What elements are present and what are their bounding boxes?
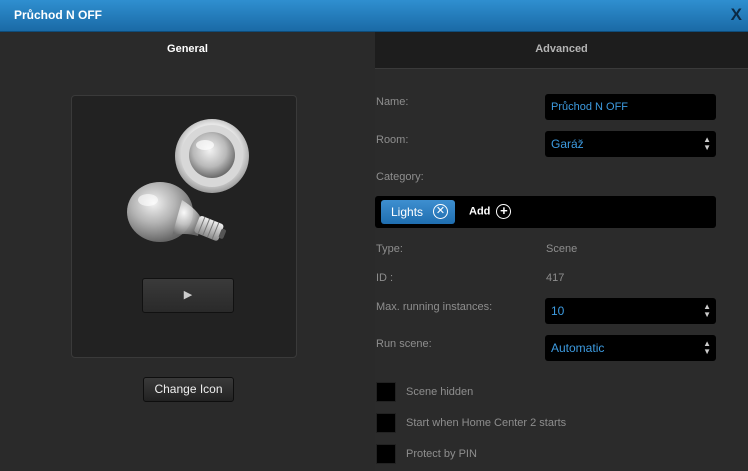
- room-value: Garáž: [551, 137, 584, 151]
- category-box: Lights ✕ Add +: [375, 196, 716, 228]
- change-icon-button[interactable]: Change Icon: [143, 377, 234, 402]
- type-value: Scene: [546, 243, 578, 255]
- window-title: Průchod N OFF: [14, 8, 102, 22]
- name-field[interactable]: Průchod N OFF: [545, 94, 716, 120]
- room-label: Room:: [376, 134, 409, 146]
- updown-arrow-icon: ▲ ▼: [703, 135, 711, 152]
- scene-icon-preview: ▶: [71, 95, 297, 358]
- id-label: ID :: [376, 272, 394, 284]
- max-instances-select[interactable]: 10 ▲ ▼: [545, 298, 716, 324]
- close-icon[interactable]: X: [731, 5, 742, 25]
- run-scene-value: Automatic: [551, 341, 605, 355]
- add-label: Add: [469, 205, 491, 218]
- add-category-button[interactable]: Add +: [469, 204, 512, 219]
- id-value: 417: [546, 272, 565, 284]
- run-scene-label: Run scene:: [376, 338, 432, 350]
- start-on-boot-checkbox[interactable]: [376, 413, 396, 433]
- bulb-and-sensor-icon: [127, 119, 249, 242]
- scene-settings-window: Průchod N OFF X General Advanced ▶ Chang…: [0, 0, 748, 471]
- scene-hidden-checkbox[interactable]: [376, 382, 396, 402]
- max-instances-label: Max. running instances:: [376, 301, 493, 313]
- protect-pin-checkbox[interactable]: [376, 444, 396, 464]
- general-right-panel: Name: Průchod N OFF Room: Garáž ▲ ▼ Categ…: [375, 69, 748, 471]
- updown-arrow-icon: ▲ ▼: [703, 339, 711, 356]
- remove-tag-icon[interactable]: ✕: [433, 204, 448, 219]
- tab-general[interactable]: General: [0, 32, 375, 69]
- protect-pin-label: Protect by PIN: [406, 448, 477, 460]
- category-tag-lights[interactable]: Lights ✕: [381, 200, 455, 224]
- general-left-panel: ▶ Change Icon: [0, 69, 375, 471]
- category-label: Category:: [376, 171, 424, 183]
- room-select[interactable]: Garáž ▲ ▼: [545, 131, 716, 157]
- tab-bar: General Advanced: [0, 32, 748, 69]
- scene-hidden-label: Scene hidden: [406, 386, 474, 398]
- name-label: Name:: [376, 96, 409, 108]
- plus-circle-icon: +: [496, 204, 512, 219]
- updown-arrow-icon: ▲ ▼: [703, 302, 711, 319]
- tab-advanced[interactable]: Advanced: [375, 32, 748, 69]
- title-bar: Průchod N OFF X: [0, 0, 748, 32]
- category-tag-label: Lights: [391, 205, 424, 219]
- start-on-boot-label: Start when Home Center 2 starts: [406, 417, 567, 429]
- type-label: Type:: [376, 243, 403, 255]
- run-scene-button[interactable]: ▶: [142, 278, 234, 313]
- run-scene-select[interactable]: Automatic ▲ ▼: [545, 335, 716, 361]
- max-instances-value: 10: [551, 304, 565, 318]
